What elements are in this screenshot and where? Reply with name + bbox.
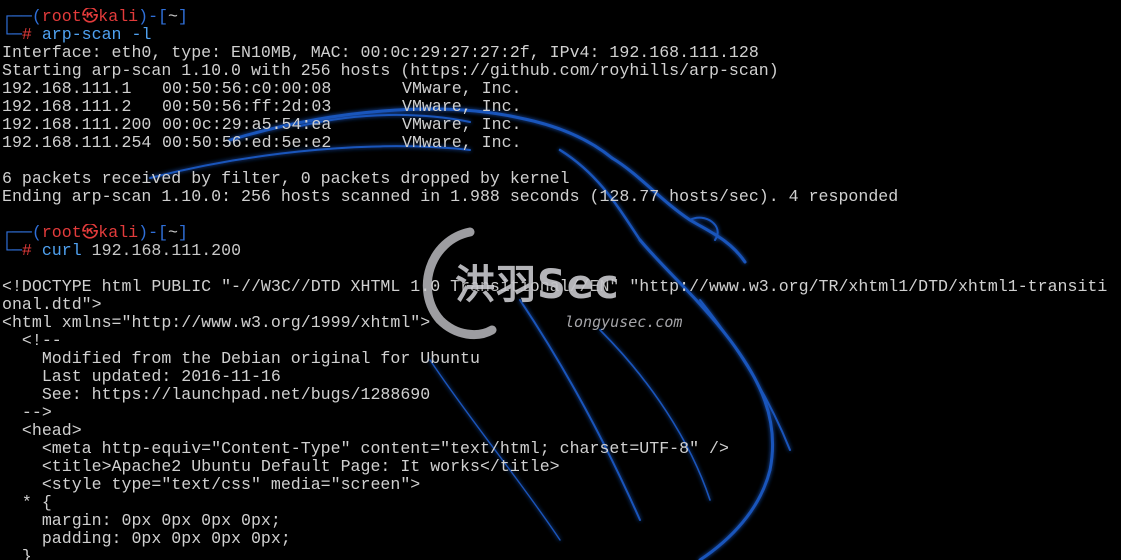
html-output-line: onal.dtd">	[2, 296, 102, 314]
ip-address: 192.168.111.1	[2, 80, 132, 98]
mac-address: 00:50:56:ed:5e:e2	[162, 134, 332, 152]
terminal-window[interactable]: ┌──(root㉿kali)-[~] └─# arp-scan -l Inter…	[0, 0, 1121, 560]
command-args: 192.168.111.200	[91, 242, 242, 260]
vendor: VMware, Inc.	[402, 80, 522, 98]
html-output-line: <title>Apache2 Ubuntu Default Page: It w…	[2, 458, 560, 476]
command-name: arp-scan	[41, 26, 122, 44]
prompt-at-symbol: ㉿	[81, 8, 99, 26]
prompt-dir: ~	[168, 224, 178, 242]
prompt-user: root	[41, 8, 82, 26]
command-name: curl	[41, 242, 82, 260]
output-line: Interface: eth0, type: EN10MB, MAC: 00:0…	[2, 44, 759, 62]
prompt-host: kali	[98, 224, 139, 242]
html-output-line: }	[2, 548, 32, 560]
terminal-output: ┌──(root㉿kali)-[~] └─# arp-scan -l Inter…	[2, 8, 1119, 560]
scan-result-row: 192.168.111.2 00:50:56:ff:2d:03 VMware, In…	[2, 98, 1119, 116]
command-args: -l	[131, 26, 152, 44]
mac-address: 00:50:56:c0:00:08	[162, 80, 332, 98]
prompt-at-symbol: ㉿	[81, 224, 99, 242]
ip-address: 192.168.111.254	[2, 134, 152, 152]
html-output-line: Modified from the Debian original for Ub…	[2, 350, 480, 368]
output-line: Starting arp-scan 1.10.0 with 256 hosts …	[2, 62, 779, 80]
html-output-line: -->	[2, 404, 52, 422]
scan-result-row: 192.168.111.254 00:50:56:ed:5e:e2 VMware, …	[2, 134, 1119, 152]
prompt-dir: ~	[168, 8, 178, 26]
ip-address: 192.168.111.2	[2, 98, 132, 116]
html-output-line: <!--	[2, 332, 62, 350]
html-output-line: See: https://launchpad.net/bugs/1288690	[2, 386, 431, 404]
html-output-line: <html xmlns="http://www.w3.org/1999/xhtm…	[2, 314, 431, 332]
html-output-line: <meta http-equiv="Content-Type" content=…	[2, 440, 729, 458]
output-line: Ending arp-scan 1.10.0: 256 hosts scanne…	[2, 188, 899, 206]
mac-address: 00:0c:29:a5:54:ea	[162, 116, 332, 134]
html-output-line: <head>	[2, 422, 82, 440]
html-output-line: margin: 0px 0px 0px 0px;	[2, 512, 281, 530]
prompt-user: root	[41, 224, 82, 242]
scan-result-row: 192.168.111.1 00:50:56:c0:00:08 VMware, In…	[2, 80, 1119, 98]
vendor: VMware, Inc.	[402, 134, 522, 152]
command-line: └─# arp-scan -l	[2, 26, 152, 44]
output-line: 6 packets received by filter, 0 packets …	[2, 170, 570, 188]
vendor: VMware, Inc.	[402, 98, 522, 116]
prompt-frame-top: ┌──(root㉿kali)-[~]	[2, 224, 188, 242]
html-output-line: * {	[2, 494, 52, 512]
vendor: VMware, Inc.	[402, 116, 522, 134]
html-output-line: <!DOCTYPE html PUBLIC "-//W3C//DTD XHTML…	[2, 278, 1108, 296]
mac-address: 00:50:56:ff:2d:03	[162, 98, 332, 116]
prompt-frame-top: ┌──(root㉿kali)-[~]	[2, 8, 188, 26]
ip-address: 192.168.111.200	[2, 116, 152, 134]
html-output-line: <style type="text/css" media="screen">	[2, 476, 421, 494]
prompt-host: kali	[98, 8, 139, 26]
command-line: └─# curl 192.168.111.200	[2, 242, 242, 260]
scan-result-row: 192.168.111.200 00:0c:29:a5:54:ea VMware, …	[2, 116, 1119, 134]
html-output-line: Last updated: 2016-11-16	[2, 368, 281, 386]
html-output-line: padding: 0px 0px 0px 0px;	[2, 530, 291, 548]
